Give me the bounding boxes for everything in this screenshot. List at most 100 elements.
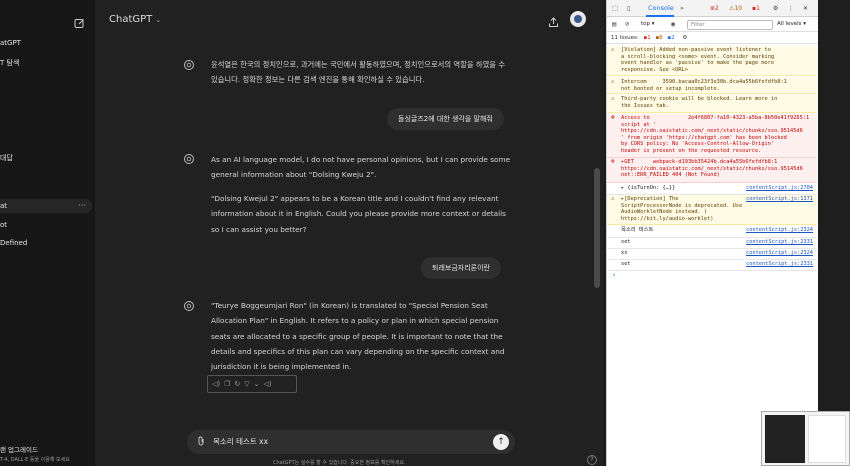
source-link[interactable]: contentScript.js:2324 xyxy=(746,227,813,234)
warning-icon: ⚠ xyxy=(611,195,615,202)
chatgpt-logo-icon xyxy=(184,301,194,311)
source-link[interactable]: contentScript.js:2331 xyxy=(746,239,813,246)
sidebar-item[interactable]: T 탐색 xyxy=(0,56,19,70)
console-log-entry: 목소리 테스트 contentScript.js:2324 xyxy=(607,226,817,238)
console-log-entry: ⚠ ▸[Deprecation] The ScriptProcessorNode … xyxy=(607,195,817,225)
read-aloud-icon[interactable]: ◁) xyxy=(212,380,220,388)
message-actions: ◁) ❐ ↻ ▽ ⌄ ◁) xyxy=(207,375,297,393)
upgrade-plan-subtitle: T-4, DALL·E 등을 이용해 보세요 xyxy=(0,457,70,463)
console-log-text: Intercom 3590.bacaa0c23f3e30b.dca4a55b6f… xyxy=(621,79,787,92)
devtools-tabbar: ⬚ ▯ Console » ⊗2 ⚠10 ▪1 ⚙ ⋮ ✕ xyxy=(607,0,818,17)
scrollbar-thumb[interactable] xyxy=(594,168,600,288)
assistant-message: 윤석열은 한국의 정치인으로, 과거에는 국민에서 활동하였으며, 정치인으로서… xyxy=(211,60,506,85)
warning-icon: ⚠ xyxy=(611,46,615,53)
console-log-text: ▸GET webpack-d193bb35424b.dca4a55b6fefdf… xyxy=(621,159,803,179)
sidebar-item-label: at xyxy=(0,202,8,210)
device-toolbar-icon[interactable]: ▯ xyxy=(627,4,631,12)
user-message: 돌싱글즈2에 대한 생각을 말해줘 xyxy=(387,108,504,130)
prompt-input[interactable]: 목소리 테스트 xx ↑ xyxy=(187,430,515,454)
log-levels-dropdown[interactable]: All levels ▾ xyxy=(777,21,806,27)
regenerate-icon[interactable]: ↻ xyxy=(234,380,240,388)
console-log-entry: set contentScript.js:2331 xyxy=(607,260,817,271)
info-count-badge[interactable]: ▪1 xyxy=(752,5,760,12)
paperclip-icon[interactable] xyxy=(197,436,205,449)
console-log-entry: set contentScript.js:2331 xyxy=(607,238,817,249)
issues-bar[interactable]: 11 Issues: ▪1 ▪8 ▪2 ⚙ xyxy=(607,32,818,44)
console-log-entry: ⚠ Intercom 3590.bacaa0c23f3e30b.dca4a55b6… xyxy=(607,78,817,94)
source-link[interactable]: contentScript.js:2331 xyxy=(746,261,813,268)
chat-main: ChatGPT ⌄ 윤석열은 한국의 정치인으로, 과거에는 국민에서 활동하였으… xyxy=(95,0,677,466)
console-log-text: set xyxy=(621,261,631,267)
assistant-message-paragraph: "Dolsing Kwejul 2" appears to be a Korea… xyxy=(211,194,506,234)
console-log-entry: ▸ {isTurnOn: {…}} contentScript.js:2704 xyxy=(607,184,817,195)
speaker-icon[interactable]: ◁) xyxy=(264,380,272,388)
error-icon: ⊗ xyxy=(611,114,615,121)
chatgpt-logo-icon xyxy=(184,60,194,70)
console-log-entry: xx contentScript.js:2324 xyxy=(607,249,817,260)
devtools-panel: ⬚ ▯ Console » ⊗2 ⚠10 ▪1 ⚙ ⋮ ✕ ▤ ⊘ top ▾ … xyxy=(606,0,818,466)
send-button[interactable]: ↑ xyxy=(493,434,509,450)
user-message: 퇴레보금자리론이란 xyxy=(421,257,501,279)
console-log-text: xx xyxy=(621,250,628,256)
source-link[interactable]: contentScript.js:2324 xyxy=(746,250,813,257)
filter-input[interactable]: Filter xyxy=(687,20,773,30)
sidebar-item[interactable]: ot xyxy=(0,218,7,232)
help-button[interactable]: ? xyxy=(587,455,597,465)
chevron-down-icon: ⌄ xyxy=(155,16,162,24)
console-log-entry: ⊗ Access to 2e4f6807-fa10-4323-a5ba-8b50e… xyxy=(607,114,817,158)
sidebar-item-label: atGPT xyxy=(0,39,21,47)
eye-icon[interactable]: ◉ xyxy=(671,20,675,28)
console-log-text: [Violation] Added non-passive event list… xyxy=(621,47,775,73)
clear-console-icon[interactable]: ⊘ xyxy=(625,20,629,28)
new-chat-icon[interactable] xyxy=(74,14,85,33)
more-tabs-icon[interactable]: » xyxy=(680,4,684,12)
sidebar-item[interactable]: Defined xyxy=(0,236,27,250)
close-icon[interactable]: ✕ xyxy=(803,5,808,12)
console-prompt[interactable]: › xyxy=(612,271,616,279)
sidebar-toggle-icon[interactable]: ▤ xyxy=(612,20,616,28)
thumbs-down-icon[interactable]: ▽ xyxy=(244,380,249,388)
avatar[interactable] xyxy=(570,11,586,27)
warning-icon: ⚠ xyxy=(611,95,615,102)
console-log-text: ▸ {isTurnOn: {…}} xyxy=(621,185,676,191)
copy-icon[interactable]: ❐ xyxy=(224,380,230,388)
assistant-message-paragraph: As an AI language model, I do not have p… xyxy=(211,155,511,180)
disclaimer: ChatGPT는 실수를 할 수 있습니다. 중요한 정보를 확인하세요. xyxy=(273,460,406,466)
console-log-entry: ⊗ ▸GET webpack-d193bb35424b.dca4a55b6fefd… xyxy=(607,158,817,183)
devtools-toolbar: ▤ ⊘ top ▾ ◉ Filter All levels ▾ xyxy=(607,17,818,32)
console-log-entry: ⚠ [Violation] Added non-passive event lis… xyxy=(607,46,817,76)
warning-count-badge[interactable]: ⚠10 xyxy=(729,5,742,12)
model-selector[interactable]: ChatGPT ⌄ xyxy=(109,14,161,25)
console-log-text: set xyxy=(621,239,631,245)
kebab-menu-icon[interactable]: ⋮ xyxy=(788,5,794,12)
source-link[interactable]: contentScript.js:2704 xyxy=(746,185,813,192)
share-icon[interactable] xyxy=(548,13,559,32)
desktop-edge xyxy=(818,0,850,466)
prompt-input-text[interactable]: 목소리 테스트 xx xyxy=(213,436,268,447)
sidebar-item[interactable]: 대답 xyxy=(0,151,13,165)
assistant-message: "Teurye Boggeumjari Ron" (in Korean) is … xyxy=(211,301,505,372)
console-log-text: Access to 2e4f6807-fa10-4323-a5ba-8b50e4… xyxy=(621,115,810,154)
console-log-text: ▸[Deprecation] The ScriptProcessorNode i… xyxy=(621,196,743,222)
sidebar-item[interactable]: at ··· xyxy=(0,199,92,213)
sidebar-item-label: ot xyxy=(0,221,8,229)
console-log-text: 목소리 테스트 xyxy=(621,227,654,233)
window-thumbnail[interactable] xyxy=(761,411,850,466)
error-icon: ⊗ xyxy=(611,158,615,165)
chatgpt-logo-icon xyxy=(184,154,194,164)
chevron-down-icon[interactable]: ⌄ xyxy=(254,380,260,388)
error-count-badge[interactable]: ⊗2 xyxy=(710,5,719,12)
tab-console[interactable]: Console xyxy=(648,4,674,12)
warning-icon: ⚠ xyxy=(611,78,615,85)
model-name: ChatGPT xyxy=(109,14,153,25)
inspect-icon[interactable]: ⬚ xyxy=(612,4,618,12)
gear-icon[interactable]: ⚙ xyxy=(773,5,778,12)
sidebar-item-label: T 탐색 xyxy=(0,59,20,67)
sidebar: atGPT T 탐색 대답 at ··· ot Defined 랜 업그레이드 T-4, D… xyxy=(0,0,95,466)
context-selector[interactable]: top ▾ xyxy=(641,21,655,27)
gear-icon: ⚙ xyxy=(682,35,688,41)
console-log-entry: ⚠ Third-party cookie will be blocked. Lea… xyxy=(607,95,817,113)
source-link[interactable]: contentScript.js:1371 xyxy=(746,196,813,203)
more-options-icon[interactable]: ··· xyxy=(78,199,86,213)
sidebar-item[interactable]: atGPT xyxy=(0,36,21,50)
